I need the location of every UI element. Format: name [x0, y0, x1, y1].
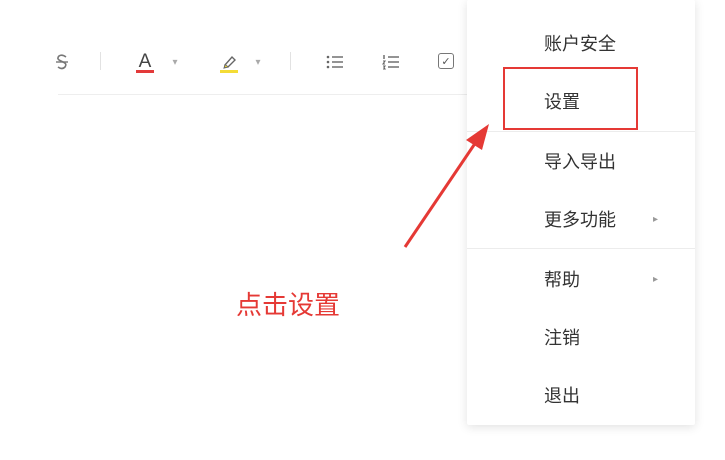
menu-item-label: 账户安全	[544, 34, 616, 55]
menu-item-label: 导入导出	[544, 152, 616, 173]
settings-highlight-box	[503, 67, 638, 130]
annotation-text: 点击设置	[236, 291, 341, 321]
chevron-right-icon: ▸	[653, 213, 659, 225]
font-color-icon: A	[138, 51, 152, 72]
highlight-button[interactable]	[218, 50, 240, 74]
menu-item-account-security[interactable]: 账户安全	[467, 23, 695, 63]
toolbar-divider	[100, 52, 101, 70]
menu-item-label: 注销	[544, 328, 580, 349]
menu-divider	[467, 131, 695, 132]
font-color-caret-icon[interactable]: ▾	[170, 50, 180, 74]
menu-divider	[467, 248, 695, 249]
bullet-list-icon[interactable]	[324, 50, 346, 74]
user-dropdown-menu: 账户安全 设置 导入导出 更多功能 ▸ 帮助 ▸ 注销 退出	[467, 0, 695, 425]
menu-item-logout[interactable]: 注销	[467, 317, 695, 357]
menu-item-label: 帮助	[544, 270, 580, 291]
menu-item-label: 退出	[544, 386, 580, 407]
menu-item-help[interactable]: 帮助 ▸	[467, 259, 695, 299]
menu-item-exit[interactable]: 退出	[467, 375, 695, 415]
ordered-list-icon[interactable]	[380, 50, 402, 74]
highlighter-icon	[223, 55, 236, 69]
checkbox-icon[interactable]: ✓	[438, 53, 454, 69]
toolbar-divider	[290, 52, 291, 70]
highlight-caret-icon[interactable]: ▾	[253, 50, 263, 74]
strikethrough-icon[interactable]	[52, 50, 72, 74]
editor-toolbar: A ▾ ▾ ✓	[56, 30, 468, 95]
font-color-swatch	[136, 70, 154, 73]
menu-item-import-export[interactable]: 导入导出	[467, 141, 695, 181]
highlight-swatch	[220, 70, 238, 73]
menu-item-more-features[interactable]: 更多功能 ▸	[467, 199, 695, 239]
chevron-right-icon: ▸	[653, 273, 659, 285]
font-color-button[interactable]: A	[134, 50, 156, 74]
menu-item-label: 更多功能	[544, 210, 616, 231]
